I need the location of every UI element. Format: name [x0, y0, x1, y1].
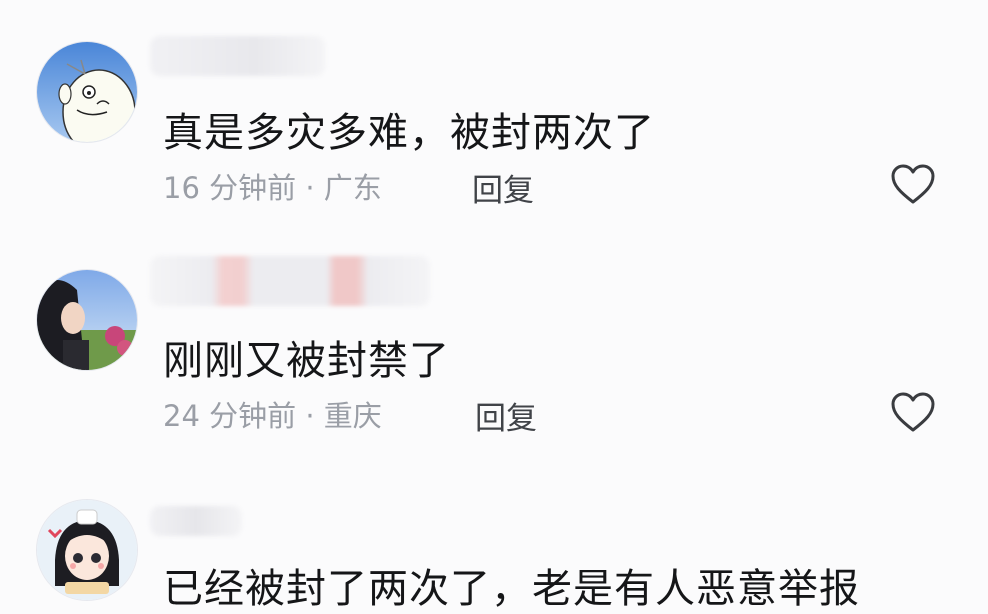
- comment-text: 真是多灾多难，被封两次了: [163, 110, 655, 156]
- comment-meta: 24 分钟前 · 重庆: [163, 399, 382, 433]
- reply-button[interactable]: 回复: [475, 393, 537, 438]
- username-redacted: [150, 256, 430, 306]
- heart-outline-icon: [891, 392, 935, 432]
- comment-list: 真是多灾多难，被封两次了 16 分钟前 · 广东 回复 刚刚又被封禁了 24 分…: [0, 0, 988, 614]
- comment-meta: 16 分钟前 · 广东: [163, 171, 382, 205]
- like-button[interactable]: [890, 163, 936, 205]
- comment-text: 刚刚又被封禁了: [163, 338, 450, 384]
- avatar-anime-girl-icon: [37, 500, 137, 600]
- heart-outline-icon: [891, 164, 935, 204]
- avatar-cartoon-face-icon: [37, 42, 137, 142]
- username-redacted: [150, 506, 242, 536]
- avatar-photo-icon: [37, 270, 137, 370]
- avatar[interactable]: [37, 270, 137, 370]
- comment-text: 已经被封了两次了，老是有人恶意举报: [163, 566, 860, 612]
- like-button[interactable]: [890, 391, 936, 433]
- reply-button[interactable]: 回复: [472, 165, 534, 210]
- username-redacted: [150, 36, 325, 76]
- avatar[interactable]: [37, 42, 137, 142]
- avatar[interactable]: [37, 500, 137, 600]
